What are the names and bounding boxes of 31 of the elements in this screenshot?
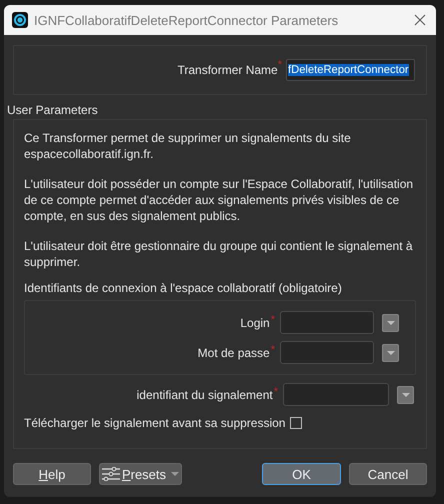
input-field[interactable]: fDeleteReportConnector xyxy=(286,59,415,81)
input-field[interactable] xyxy=(283,383,389,406)
dialog-button[interactable]: OK xyxy=(262,463,341,485)
description-text: L'utilisateur doit posséder un compte sur l'Espace Collaboratif, l'utilisation de ce compte permet d'accéder aux signalements privés visibles de ce compte, en sus des signalement publics. xyxy=(24,176,414,224)
dropdown-button[interactable] xyxy=(382,314,399,332)
required-mark: * xyxy=(274,386,278,398)
description-text: Ce Transformer permet de supprimer un signalements du site espacecollaboratif.ign.fr. xyxy=(24,130,352,162)
dialog-button[interactable]: Cancel xyxy=(349,463,427,485)
checkbox[interactable] xyxy=(290,417,302,429)
required-mark: * xyxy=(278,59,282,71)
input-field[interactable] xyxy=(280,341,374,364)
field-label: Mot de passe xyxy=(198,346,270,360)
section-title: User Parameters xyxy=(7,103,99,117)
required-mark: * xyxy=(270,314,275,326)
presets-button[interactable]: Presets xyxy=(99,463,182,485)
checkbox-label: Télécharger le signalement avant sa suppression xyxy=(24,416,286,430)
sliders-icon xyxy=(102,467,120,481)
required-mark: * xyxy=(270,344,275,356)
field-value: fDeleteReportConnector xyxy=(288,64,409,76)
app-icon xyxy=(12,12,28,28)
dropdown-button[interactable] xyxy=(397,386,414,404)
field-label: Login xyxy=(240,316,270,330)
dialog-button[interactable]: Help xyxy=(13,463,91,485)
input-field[interactable] xyxy=(280,311,374,334)
field-label: Transformer Name xyxy=(177,63,278,77)
dropdown-button[interactable] xyxy=(382,344,399,362)
description-text: L'utilisateur doit être gestionnaire du groupe qui contient le signalement à supprimer. xyxy=(24,238,414,270)
field-label: identifiant du signalement xyxy=(136,388,273,402)
group-title: Identifiants de connexion à l'espace collaboratif (obligatoire) xyxy=(24,281,343,295)
close-icon[interactable] xyxy=(414,14,426,26)
window-title: IGNFCollaboratifDeleteReportConnector Parameters xyxy=(34,12,340,28)
